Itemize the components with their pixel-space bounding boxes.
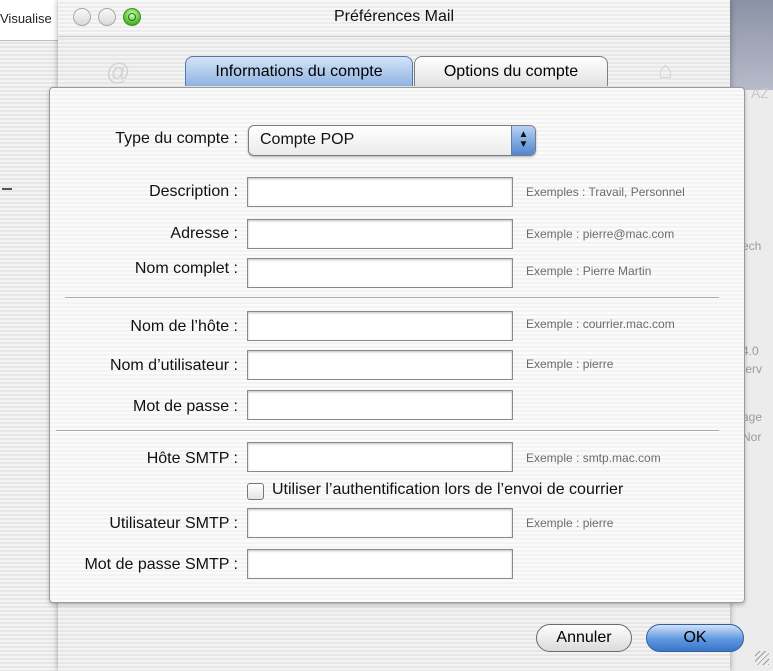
smtp-user-field[interactable] [247, 508, 513, 538]
smtp-host-hint: Exemple : smtp.mac.com [526, 451, 661, 465]
cancel-button[interactable]: Annuler [536, 624, 632, 652]
window-title: Préférences Mail [333, 8, 455, 25]
tab-account-options[interactable]: Options du compte [414, 56, 608, 86]
window-titlebar[interactable]: Préférences Mail [58, 0, 730, 37]
smtp-user-hint: Exemple : pierre [526, 516, 614, 530]
background-text: terv [742, 362, 763, 376]
full-name-field[interactable] [247, 258, 513, 288]
up-down-arrows-icon: ▲ ▼ [511, 126, 535, 155]
address-label: Adresse : [170, 225, 238, 242]
account-type-popup[interactable]: Compte POP ▲ ▼ [248, 125, 536, 156]
host-name-label: Nom de l’hôte : [130, 318, 238, 335]
tab-account-information[interactable]: Informations du compte [185, 56, 413, 86]
smtp-auth-checkbox[interactable] [247, 483, 264, 500]
smtp-host-label: Hôte SMTP : [146, 450, 238, 467]
smtp-password-label: Mot de passe SMTP : [84, 556, 238, 573]
background-text: AZ [751, 85, 769, 101]
background-window-label: Visualise [0, 11, 52, 26]
host-name-field[interactable] [247, 311, 513, 341]
full-name-label: Nom complet : [134, 260, 238, 277]
password-label: Mot de passe : [133, 398, 238, 415]
user-name-hint: Exemple : pierre [526, 357, 614, 371]
account-type-label: Type du compte : [115, 130, 238, 147]
description-label: Description : [149, 183, 238, 200]
host-name-hint: Exemple : courrier.mac.com [526, 317, 675, 331]
at-sign-icon: @ [106, 59, 131, 86]
resize-handle[interactable] [755, 651, 769, 665]
user-name-label: Nom d’utilisateur : [109, 357, 238, 374]
description-hint: Exemples : Travail, Personnel [526, 185, 685, 199]
account-type-value: Compte POP [260, 131, 355, 148]
background-toolbar [730, 0, 773, 90]
smtp-host-field[interactable] [247, 442, 513, 472]
smtp-user-label: Utilisateur SMTP : [109, 515, 238, 532]
user-name-field[interactable] [247, 350, 513, 380]
smtp-password-field[interactable] [247, 549, 513, 579]
password-field[interactable] [247, 390, 513, 420]
gift-icon: ⌂ [658, 57, 673, 84]
address-hint: Exemple : pierre@mac.com [526, 227, 675, 241]
separator [65, 297, 719, 299]
background-text: age [742, 410, 763, 424]
full-name-hint: Exemple : Pierre Martin [526, 264, 652, 278]
description-field[interactable] [247, 177, 513, 207]
smtp-auth-label[interactable]: Utiliser l’authentification lors de l’en… [272, 481, 623, 499]
ok-button[interactable]: OK [646, 624, 744, 652]
separator [56, 430, 719, 432]
address-field[interactable] [247, 219, 513, 249]
background-titlebar: Visualise [0, 0, 60, 41]
